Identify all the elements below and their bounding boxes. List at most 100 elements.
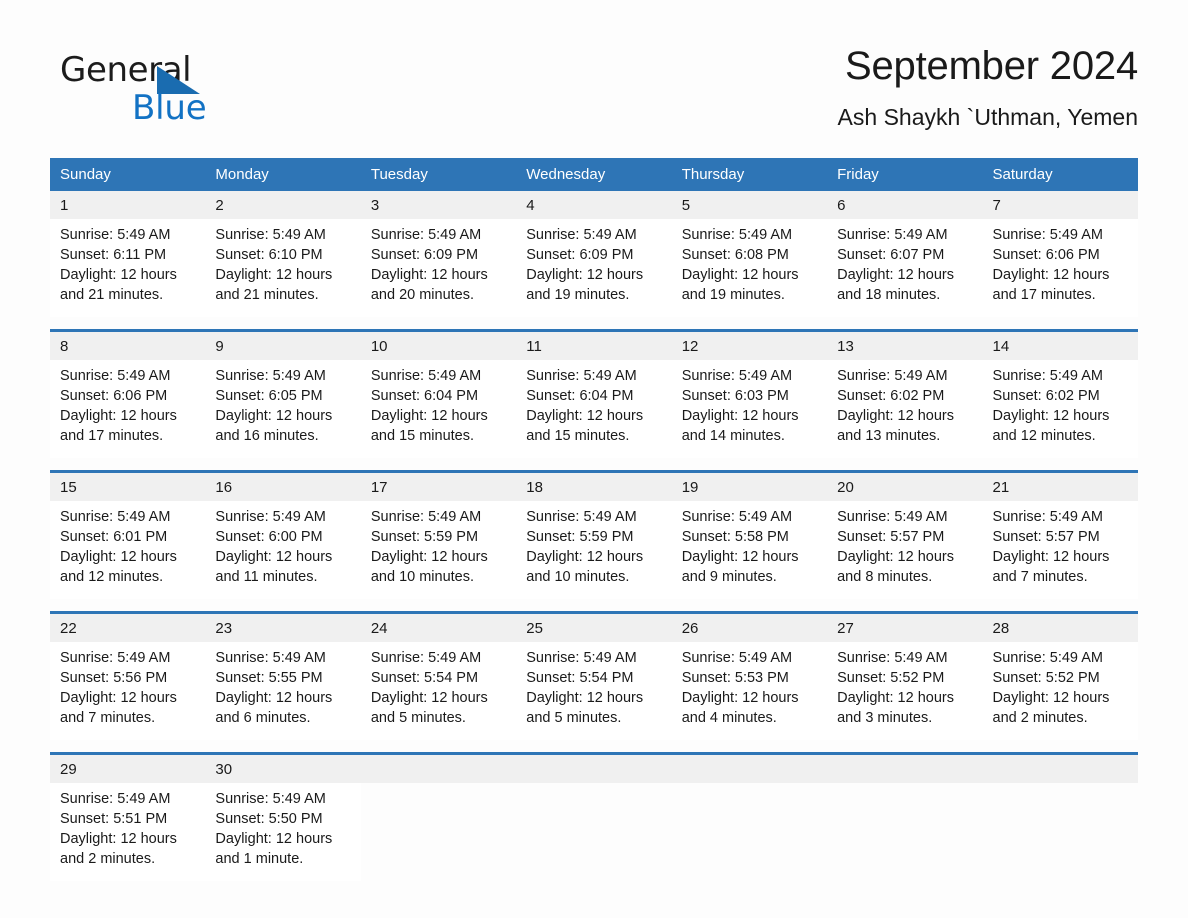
sunset-text: Sunset: 5:52 PM — [837, 670, 945, 686]
daylight-text: Daylight: 12 hours and 9 minutes. — [681, 549, 799, 585]
week-3-detail-row: Sunrise: 5:49 AM Sunset: 6:01 PM Dayligh… — [50, 501, 1138, 599]
day-number: 23 — [205, 614, 361, 642]
week-5-daynumber-row: 29 30 — [50, 755, 1138, 783]
day-cell-empty — [516, 783, 672, 881]
day-cell: Sunrise: 5:49 AM Sunset: 6:05 PM Dayligh… — [205, 360, 361, 458]
sunrise-text: Sunrise: 5:49 AM — [837, 227, 948, 243]
sunset-text: Sunset: 6:00 PM — [215, 529, 323, 545]
day-number: 19 — [671, 473, 828, 501]
sunrise-text: Sunrise: 5:49 AM — [992, 368, 1103, 384]
day-number: 30 — [205, 755, 361, 783]
day-cell: Sunrise: 5:49 AM Sunset: 5:57 PM Dayligh… — [827, 501, 983, 599]
day-cell: Sunrise: 5:49 AM Sunset: 6:09 PM Dayligh… — [360, 219, 517, 317]
week-4-detail-row: Sunrise: 5:49 AM Sunset: 5:56 PM Dayligh… — [50, 642, 1138, 740]
sunrise-text: Sunrise: 5:49 AM — [370, 650, 482, 666]
daylight-text: Daylight: 12 hours and 10 minutes. — [526, 549, 644, 585]
weekday-header-saturday: Saturday — [982, 158, 1138, 191]
sunrise-text: Sunrise: 5:49 AM — [215, 227, 326, 243]
sunset-text: Sunset: 6:10 PM — [215, 247, 323, 263]
daylight-text: Daylight: 12 hours and 21 minutes. — [60, 267, 177, 303]
day-cell: Sunrise: 5:49 AM Sunset: 6:10 PM Dayligh… — [205, 219, 361, 317]
sunset-text: Sunset: 5:59 PM — [526, 529, 634, 545]
daylight-text: Daylight: 12 hours and 7 minutes. — [60, 690, 177, 726]
weekday-header-row: Sunday Monday Tuesday Wednesday Thursday… — [50, 158, 1138, 191]
day-number: 12 — [671, 332, 828, 360]
daylight-text: Daylight: 12 hours and 13 minutes. — [837, 408, 954, 444]
title-block: September 2024 Ash Shaykh `Uthman, Yemen — [438, 42, 1139, 132]
sunset-text: Sunset: 6:04 PM — [526, 388, 634, 404]
sunset-text: Sunset: 6:04 PM — [370, 388, 479, 404]
day-cell: Sunrise: 5:49 AM Sunset: 6:11 PM Dayligh… — [50, 219, 206, 317]
day-cell-empty — [360, 755, 517, 783]
calendar-page: General Blue September 2024 Ash Shaykh `… — [0, 0, 1188, 918]
sunrise-text: Sunrise: 5:49 AM — [60, 368, 171, 384]
day-cell: Sunrise: 5:49 AM Sunset: 5:55 PM Dayligh… — [205, 642, 361, 740]
day-cell: Sunrise: 5:49 AM Sunset: 6:04 PM Dayligh… — [516, 360, 672, 458]
general-blue-logo: General Blue — [60, 50, 260, 136]
sunrise-text: Sunrise: 5:49 AM — [837, 650, 948, 666]
sunrise-text: Sunrise: 5:49 AM — [681, 227, 793, 243]
day-cell: Sunrise: 5:49 AM Sunset: 6:01 PM Dayligh… — [50, 501, 206, 599]
daylight-text: Daylight: 12 hours and 10 minutes. — [370, 549, 488, 585]
day-cell: Sunrise: 5:49 AM Sunset: 6:02 PM Dayligh… — [827, 360, 983, 458]
day-number: 13 — [827, 332, 983, 360]
day-cell: Sunrise: 5:49 AM Sunset: 6:09 PM Dayligh… — [516, 219, 672, 317]
day-number: 26 — [671, 614, 828, 642]
week-gap — [50, 599, 1138, 611]
page-title: September 2024 — [845, 44, 1138, 88]
daylight-text: Daylight: 12 hours and 15 minutes. — [370, 408, 488, 444]
logo-text-blue: Blue — [132, 88, 207, 128]
daylight-text: Daylight: 12 hours and 3 minutes. — [837, 690, 954, 726]
sunrise-text: Sunrise: 5:49 AM — [681, 368, 793, 384]
daylight-text: Daylight: 12 hours and 17 minutes. — [992, 267, 1110, 303]
weekday-header-wednesday: Wednesday — [516, 158, 672, 191]
day-number: 28 — [982, 614, 1138, 642]
daylight-text: Daylight: 12 hours and 21 minutes. — [215, 267, 333, 303]
day-number: 1 — [50, 191, 206, 219]
sunrise-text: Sunrise: 5:49 AM — [215, 650, 326, 666]
day-number: 11 — [516, 332, 672, 360]
day-cell-empty — [827, 755, 983, 783]
daylight-text: Daylight: 12 hours and 2 minutes. — [60, 831, 177, 867]
sunrise-text: Sunrise: 5:49 AM — [526, 509, 637, 525]
day-cell: Sunrise: 5:49 AM Sunset: 5:59 PM Dayligh… — [360, 501, 517, 599]
daylight-text: Daylight: 12 hours and 20 minutes. — [370, 267, 488, 303]
page-header: General Blue September 2024 Ash Shaykh `… — [50, 42, 1138, 150]
week-gap — [50, 458, 1138, 470]
day-number: 6 — [827, 191, 983, 219]
sunset-text: Sunset: 6:11 PM — [60, 247, 167, 263]
daylight-text: Daylight: 12 hours and 18 minutes. — [837, 267, 954, 303]
daylight-text: Daylight: 12 hours and 19 minutes. — [681, 267, 799, 303]
sunset-text: Sunset: 6:03 PM — [681, 388, 789, 404]
sunrise-text: Sunrise: 5:49 AM — [215, 509, 326, 525]
week-2-detail-row: Sunrise: 5:49 AM Sunset: 6:06 PM Dayligh… — [50, 360, 1138, 458]
weekday-header-friday: Friday — [827, 158, 983, 191]
sunset-text: Sunset: 6:07 PM — [837, 247, 945, 263]
day-cell: Sunrise: 5:49 AM Sunset: 6:07 PM Dayligh… — [827, 219, 983, 317]
sunrise-text: Sunrise: 5:49 AM — [370, 227, 482, 243]
sunrise-text: Sunrise: 5:49 AM — [526, 368, 637, 384]
week-gap — [50, 740, 1138, 752]
sunrise-text: Sunrise: 5:49 AM — [60, 509, 171, 525]
day-cell-empty — [982, 755, 1138, 783]
sunrise-text: Sunrise: 5:49 AM — [992, 509, 1103, 525]
sunrise-text: Sunrise: 5:49 AM — [60, 791, 171, 807]
day-cell: Sunrise: 5:49 AM Sunset: 6:03 PM Dayligh… — [671, 360, 828, 458]
sunrise-text: Sunrise: 5:49 AM — [837, 509, 948, 525]
sunset-text: Sunset: 5:54 PM — [526, 670, 634, 686]
sunrise-text: Sunrise: 5:49 AM — [681, 509, 793, 525]
sunset-text: Sunset: 5:56 PM — [60, 670, 168, 686]
day-number: 20 — [827, 473, 983, 501]
day-number: 27 — [827, 614, 983, 642]
sunset-text: Sunset: 5:54 PM — [370, 670, 479, 686]
day-cell: Sunrise: 5:49 AM Sunset: 6:06 PM Dayligh… — [50, 360, 206, 458]
sunset-text: Sunset: 6:06 PM — [992, 247, 1100, 263]
sunset-text: Sunset: 5:58 PM — [681, 529, 789, 545]
week-4-daynumber-row: 22 23 24 25 26 27 28 — [50, 614, 1138, 642]
sunset-text: Sunset: 6:09 PM — [370, 247, 479, 263]
day-cell-empty — [827, 783, 983, 881]
week-2-daynumber-row: 8 9 10 11 12 13 14 — [50, 332, 1138, 360]
day-cell: Sunrise: 5:49 AM Sunset: 5:54 PM Dayligh… — [360, 642, 517, 740]
sunset-text: Sunset: 6:02 PM — [992, 388, 1100, 404]
day-number: 4 — [516, 191, 672, 219]
